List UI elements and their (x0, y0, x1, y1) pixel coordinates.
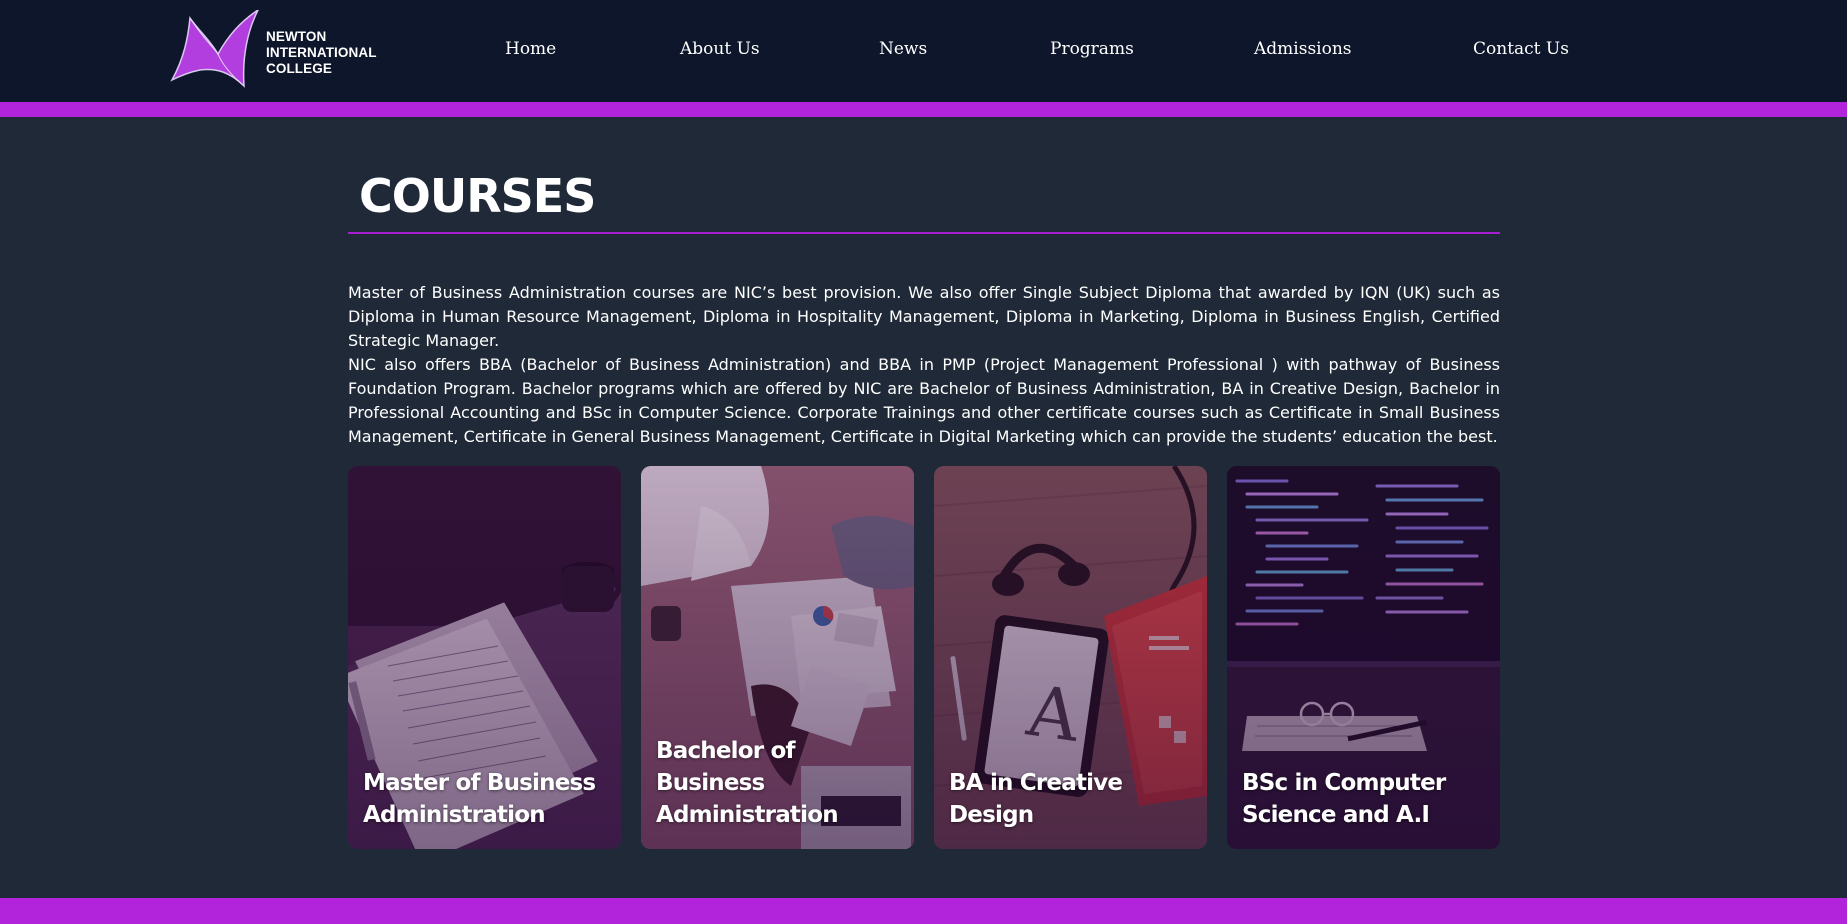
course-card-title: Master of Business Administration (363, 767, 611, 831)
course-card-title-line-2: Science and A.I (1242, 802, 1430, 828)
nav-admissions[interactable]: Admissions (1254, 37, 1352, 61)
course-card-title-line-1: BSc in Computer (1242, 770, 1446, 796)
course-cards: Master of Business Administration Bachel… (348, 466, 1500, 849)
description-paragraph-2: NIC also offers BBA (Bachelor of Busines… (348, 355, 1500, 446)
page-title: COURSES (359, 169, 596, 223)
course-card-computer-science[interactable]: BSc in Computer Science and A.I (1227, 466, 1500, 849)
course-card-bba[interactable]: Bachelor of Business Administration (641, 466, 914, 849)
main-nav: Home About Us News Programs Admissions C… (0, 37, 1847, 61)
courses-section: COURSES Master of Business Administratio… (348, 160, 1500, 449)
course-card-title-line-2: Administration (363, 802, 546, 828)
footer-accent-stripe (0, 898, 1847, 924)
nav-about-us[interactable]: About Us (680, 37, 760, 61)
course-card-title-line-1: Master of Business (363, 770, 596, 796)
nav-programs[interactable]: Programs (1050, 37, 1134, 61)
header-accent-stripe (0, 102, 1847, 117)
nav-contact-us[interactable]: Contact Us (1473, 37, 1569, 61)
course-card-title: Bachelor of Business Administration (656, 735, 904, 831)
course-card-title-line-1: BA in Creative Design (949, 770, 1123, 828)
site-header: NEWTON INTERNATIONAL COLLEGE Home About … (0, 0, 1847, 102)
courses-description: Master of Business Administration course… (348, 281, 1500, 449)
nav-home[interactable]: Home (505, 37, 556, 61)
course-card-creative-design[interactable]: A BA in Creative Design (934, 466, 1207, 849)
description-paragraph-1: Master of Business Administration course… (348, 283, 1500, 350)
course-card-title: BA in Creative Design (949, 767, 1197, 831)
course-card-title-line-1: Bachelor of Business (656, 738, 796, 796)
course-card-title-line-2: Administration (656, 802, 839, 828)
college-name-line-3: COLLEGE (266, 61, 332, 76)
nav-news[interactable]: News (879, 37, 927, 61)
title-divider (348, 232, 1500, 234)
course-card-mba[interactable]: Master of Business Administration (348, 466, 621, 849)
course-card-title: BSc in Computer Science and A.I (1242, 767, 1490, 831)
